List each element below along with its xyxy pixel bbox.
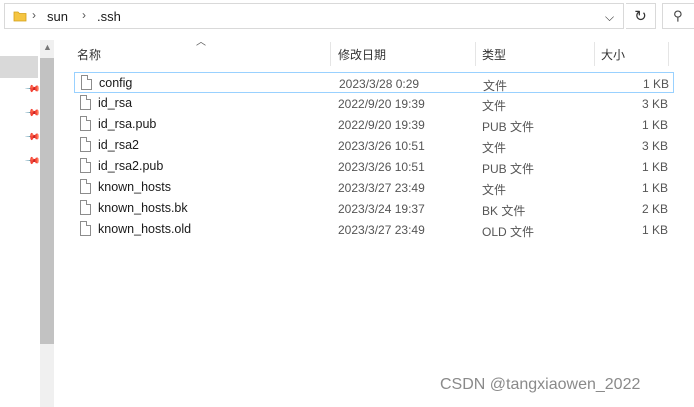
file-size: 1 KB [642,77,669,91]
file-size: 1 KB [641,118,668,132]
column-divider[interactable] [594,42,595,66]
file-date: 2023/3/26 10:51 [338,160,425,174]
address-box[interactable]: › sun › .ssh ⌵ [4,3,624,29]
file-type: PUB 文件 [482,120,535,134]
file-icon [80,116,91,131]
file-icon [80,158,91,173]
file-row[interactable]: id_rsa 2022/9/20 19:39 文件 3 KB [74,93,674,114]
file-size: 1 KB [641,181,668,195]
file-size: 3 KB [641,97,668,111]
file-date: 2022/9/20 19:39 [338,97,425,111]
file-name: id_rsa.pub [98,117,157,131]
sort-up-icon: ︿ [196,37,206,48]
chevron-right-icon[interactable]: › [32,8,36,22]
file-icon [80,95,91,110]
column-header-date[interactable]: 修改日期 [338,46,386,63]
file-type: 文件 [482,141,507,155]
search-input[interactable]: ⚲ [662,3,694,29]
pin-icon[interactable]: 📌 [24,105,41,122]
file-name: id_rsa [98,96,133,110]
column-header-name[interactable]: 名称 [77,46,101,63]
file-row[interactable]: known_hosts 2023/3/27 23:49 文件 1 KB [74,177,674,198]
column-divider[interactable] [330,42,331,66]
column-header-type[interactable]: 类型 [482,46,506,63]
file-size: 3 KB [641,139,668,153]
file-icon [80,221,91,236]
folder-icon [13,11,27,22]
file-row[interactable]: config 2023/3/28 0:29 文件 1 KB [74,72,674,93]
file-date: 2023/3/27 23:49 [338,181,425,195]
file-type: OLD 文件 [482,225,535,239]
file-row[interactable]: id_rsa2 2023/3/26 10:51 文件 3 KB [74,135,674,156]
address-bar: › sun › .ssh ⌵ ↻ ⚲ [0,0,694,34]
chevron-right-icon[interactable]: › [82,8,86,22]
file-type: 文件 [482,183,507,197]
nav-selected-item[interactable] [0,56,38,78]
file-name: config [99,76,133,90]
search-icon: ⚲ [673,8,683,23]
file-size: 2 KB [641,202,668,216]
pin-icon[interactable]: 📌 [24,153,41,170]
breadcrumb-item-ssh[interactable]: .ssh [97,9,121,24]
pin-icon[interactable]: 📌 [24,81,41,98]
file-type: 文件 [483,79,508,93]
refresh-button[interactable]: ↻ [626,3,656,29]
file-name: id_rsa2 [98,138,139,152]
scroll-up-icon[interactable]: ▲ [43,42,52,52]
file-date: 2022/9/20 19:39 [338,118,425,132]
nav-scrollbar[interactable]: ▲ [40,40,54,407]
file-size: 1 KB [641,160,668,174]
scrollbar-thumb[interactable] [40,58,54,344]
file-type: PUB 文件 [482,162,535,176]
column-divider[interactable] [475,42,476,66]
file-icon [80,179,91,194]
file-row[interactable]: known_hosts.bk 2023/3/24 19:37 BK 文件 2 K… [74,198,674,219]
file-name: known_hosts [98,180,171,194]
pin-icon[interactable]: 📌 [24,129,41,146]
breadcrumb-item-sun[interactable]: sun [47,9,68,24]
file-row[interactable]: id_rsa.pub 2022/9/20 19:39 PUB 文件 1 KB [74,114,674,135]
file-row[interactable]: id_rsa2.pub 2023/3/26 10:51 PUB 文件 1 KB [74,156,674,177]
file-name: id_rsa2.pub [98,159,164,173]
column-divider[interactable] [668,42,669,66]
file-icon [81,75,92,90]
refresh-icon: ↻ [634,8,647,25]
file-name: known_hosts.old [98,222,192,236]
watermark: CSDN @tangxiaowen_2022 [440,376,641,393]
file-date: 2023/3/27 23:49 [338,223,425,237]
file-date: 2023/3/24 19:37 [338,202,425,216]
file-date: 2023/3/26 10:51 [338,139,425,153]
column-header-row: ︿ 名称 修改日期 类型 大小 [70,37,694,66]
navigation-pane: 📌 📌 📌 📌 ▲ [0,34,56,407]
column-header-size[interactable]: 大小 [601,46,625,63]
file-icon [80,200,91,215]
chevron-down-icon[interactable]: ⌵ [605,10,614,25]
file-name: known_hosts.bk [98,201,188,215]
file-type: BK 文件 [482,204,526,218]
file-date: 2023/3/28 0:29 [339,77,420,91]
file-row[interactable]: known_hosts.old 2023/3/27 23:49 OLD 文件 1… [74,219,674,240]
file-icon [80,137,91,152]
file-size: 1 KB [641,223,668,237]
file-type: 文件 [482,99,507,113]
